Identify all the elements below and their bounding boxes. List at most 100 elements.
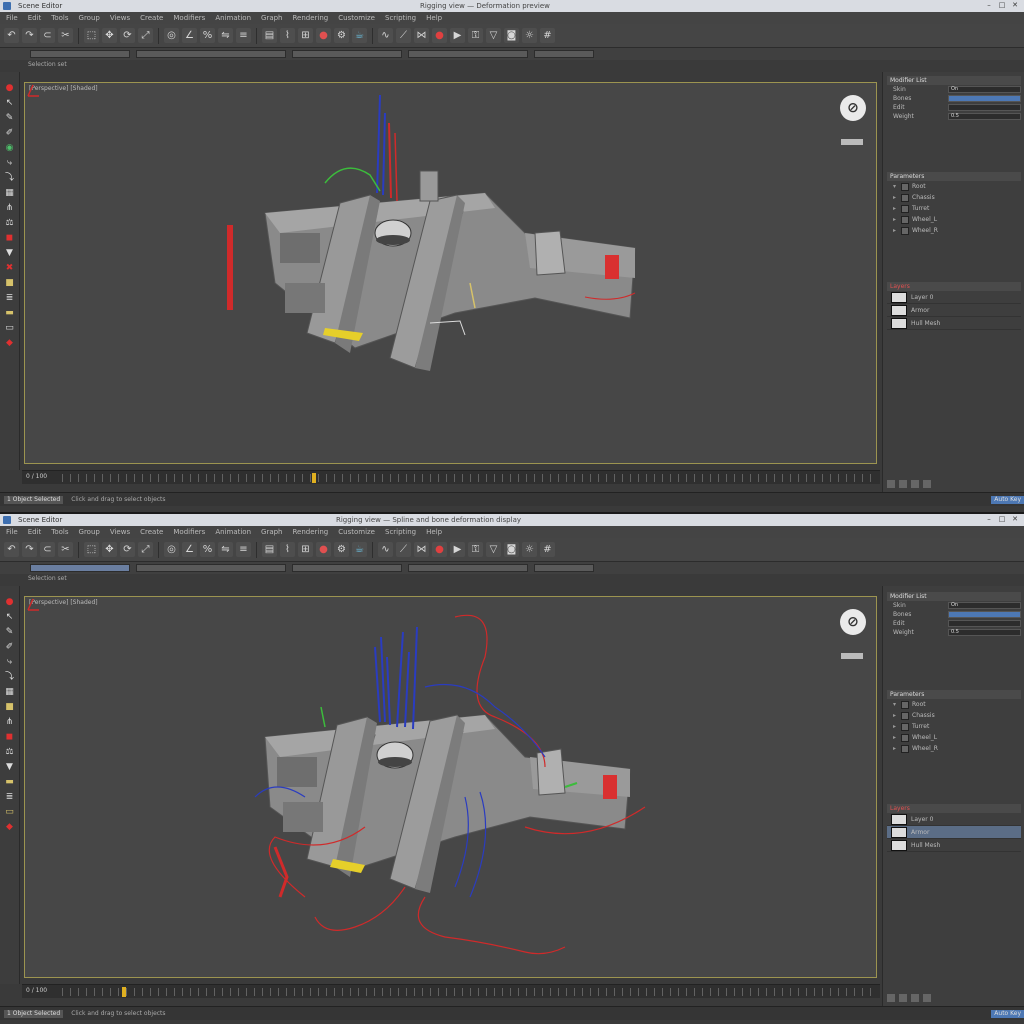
menu-item[interactable]: Modifiers [173, 12, 205, 24]
current-frame-marker[interactable] [312, 473, 316, 483]
delete-icon[interactable]: ✖ [3, 262, 16, 274]
warning-icon[interactable]: ◆ [3, 821, 16, 833]
bend-icon[interactable]: ⤷ [3, 656, 16, 668]
tree-item-label[interactable]: Wheel_L [912, 216, 937, 223]
modifier-value[interactable] [948, 104, 1021, 111]
selection-filter[interactable] [30, 564, 130, 572]
tree-item-label[interactable]: Wheel_L [912, 734, 937, 741]
weight-icon[interactable]: ⚖ [3, 746, 16, 758]
render-setup-icon[interactable]: ⚙ [334, 542, 349, 557]
menu-item[interactable]: File [6, 12, 18, 24]
key-icon[interactable]: ⚿ [468, 28, 483, 43]
cloth-icon[interactable]: ▦ [3, 686, 16, 698]
key-icon[interactable]: ⚿ [468, 542, 483, 557]
parameters-header[interactable]: Parameters [887, 172, 1021, 181]
close-icon[interactable]: ✕ [1010, 515, 1020, 524]
menu-item[interactable]: Views [110, 12, 130, 24]
curve-icon[interactable]: ∿ [378, 28, 393, 43]
auto-key-button[interactable]: Auto Key [991, 495, 1024, 504]
grid-icon[interactable]: # [540, 542, 555, 557]
menu-item[interactable]: Graph [261, 12, 282, 24]
menu-item[interactable]: Help [426, 12, 442, 24]
menu-item[interactable]: File [6, 526, 18, 538]
menu-item[interactable]: Animation [215, 526, 251, 538]
percent-snap-icon[interactable]: % [200, 28, 215, 43]
named-selection-field[interactable] [136, 50, 286, 58]
undo-icon[interactable]: ↶ [4, 542, 19, 557]
align-icon[interactable]: ≡ [236, 28, 251, 43]
rotate-icon[interactable]: ⟳ [120, 542, 135, 557]
modifier-value[interactable] [948, 611, 1021, 618]
menu-item[interactable]: Views [110, 526, 130, 538]
menu-item[interactable]: Rendering [293, 12, 329, 24]
record-icon[interactable]: ● [3, 596, 16, 608]
box-icon[interactable]: ■ [3, 701, 16, 713]
menu-item[interactable]: Customize [338, 526, 375, 538]
minimize-icon[interactable]: – [984, 1, 994, 10]
zoom-icon[interactable] [887, 480, 895, 488]
tree-item-label[interactable]: Turret [912, 723, 929, 730]
record-icon[interactable]: ● [432, 542, 447, 557]
maximize-icon[interactable]: □ [997, 515, 1007, 524]
mask-icon[interactable]: ◼ [3, 232, 16, 244]
layer-label[interactable]: Layer 0 [911, 294, 933, 301]
unlink-icon[interactable]: ✂ [58, 542, 73, 557]
select-icon[interactable]: ⬚ [84, 28, 99, 43]
material-icon[interactable]: ● [316, 28, 331, 43]
cloth-icon[interactable]: ▦ [3, 187, 16, 199]
material-icon[interactable]: ● [316, 542, 331, 557]
zoom-icon[interactable] [887, 994, 895, 1002]
link-icon[interactable]: ⊂ [40, 28, 55, 43]
mirror-icon[interactable]: ⇋ [218, 542, 233, 557]
viewcube-menu[interactable] [841, 653, 863, 659]
paint-icon[interactable]: ✎ [3, 112, 16, 124]
modifier-value[interactable]: 0.5 [948, 629, 1021, 636]
redo-icon[interactable]: ↷ [22, 28, 37, 43]
selection-filter[interactable] [30, 50, 130, 58]
mirror-icon[interactable]: ⇋ [218, 28, 233, 43]
graph-icon[interactable]: ⌇ [280, 28, 295, 43]
select-icon[interactable]: ⬚ [84, 542, 99, 557]
menu-item[interactable]: Help [426, 526, 442, 538]
hair-icon[interactable]: ⋔ [3, 202, 16, 214]
current-frame-marker[interactable] [122, 987, 126, 997]
pointer-icon[interactable]: ↖ [3, 97, 16, 109]
filter-icon[interactable]: ▽ [486, 28, 501, 43]
paint-icon[interactable]: ✎ [3, 626, 16, 638]
maximize-view-icon[interactable] [923, 480, 931, 488]
close-icon[interactable]: ✕ [1010, 1, 1020, 10]
layer-label[interactable]: Hull Mesh [911, 842, 940, 849]
layer-label[interactable]: Layer 0 [911, 816, 933, 823]
modifier-value[interactable] [948, 95, 1021, 102]
align-icon[interactable]: ≡ [236, 542, 251, 557]
scale-icon[interactable]: ⤢ [138, 542, 153, 557]
camera-icon[interactable]: ◙ [504, 542, 519, 557]
viewcube-icon[interactable]: ⊘ [840, 95, 866, 121]
layer-label[interactable]: Armor [911, 307, 929, 314]
snap-icon[interactable]: ◎ [164, 28, 179, 43]
layer-icon[interactable]: ▤ [262, 542, 277, 557]
schematic-icon[interactable]: ⊞ [298, 28, 313, 43]
modifier-list-header[interactable]: Modifier List [887, 592, 1021, 601]
bone-icon[interactable]: ⟋ [396, 542, 411, 557]
box-icon[interactable]: ■ [3, 277, 16, 289]
pivot-field[interactable] [534, 564, 594, 572]
coordinate-field[interactable] [292, 564, 402, 572]
menu-item[interactable]: Graph [261, 526, 282, 538]
menu-item[interactable]: Customize [338, 12, 375, 24]
grid-icon[interactable]: # [540, 28, 555, 43]
view-field[interactable] [408, 564, 528, 572]
folder-icon[interactable]: ▬ [3, 776, 16, 788]
sphere-icon[interactable]: ◉ [3, 142, 16, 154]
link-icon[interactable]: ⊂ [40, 542, 55, 557]
maximize-view-icon[interactable] [923, 994, 931, 1002]
menu-item[interactable]: Create [140, 526, 163, 538]
viewcube-icon[interactable]: ⊘ [840, 609, 866, 635]
angle-snap-icon[interactable]: ∠ [182, 28, 197, 43]
tree-item-label[interactable]: Chassis [912, 194, 935, 201]
viewport-perspective[interactable]: [Perspective] [Shaded] ⊘ [24, 596, 877, 978]
menu-item[interactable]: Create [140, 12, 163, 24]
tree-item-label[interactable]: Root [912, 183, 926, 190]
menu-item[interactable]: Modifiers [173, 526, 205, 538]
named-selection-field[interactable] [136, 564, 286, 572]
